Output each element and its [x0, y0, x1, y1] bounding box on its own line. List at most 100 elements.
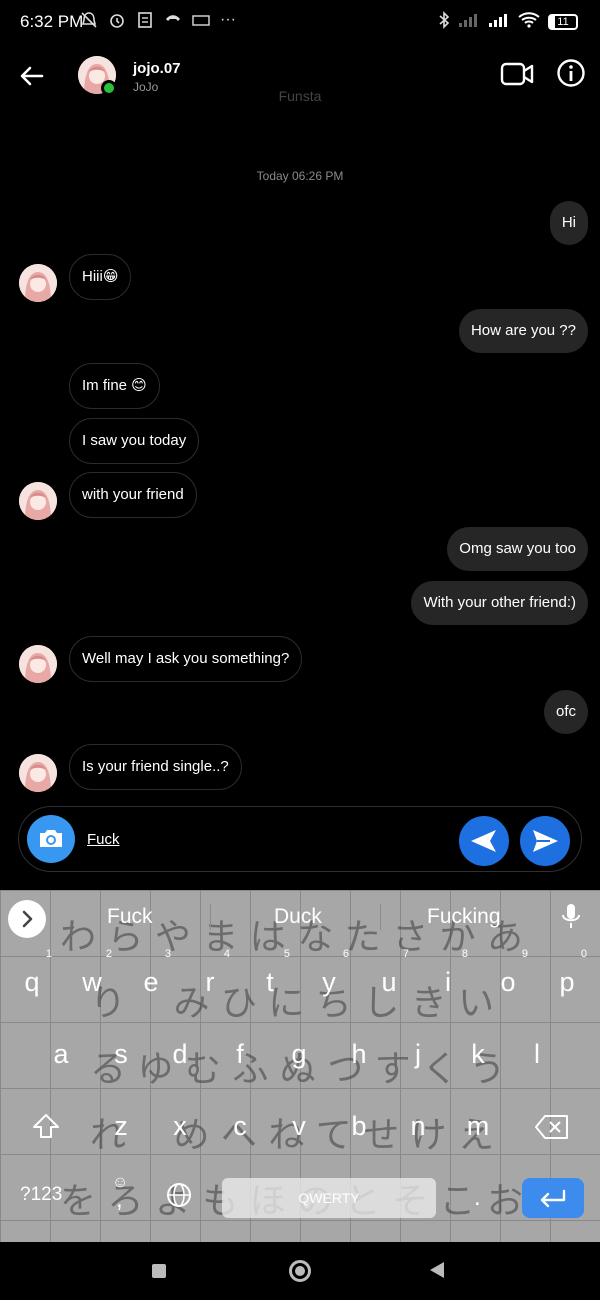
- camera-icon: [40, 830, 62, 847]
- key-q[interactable]: q1: [6, 948, 58, 1012]
- video-camera-icon: [500, 62, 534, 86]
- key-m[interactable]: m: [452, 1100, 504, 1156]
- enter-key[interactable]: [522, 1178, 584, 1218]
- key-p[interactable]: p0: [541, 948, 593, 1012]
- language-key[interactable]: [166, 1182, 192, 1213]
- key-d[interactable]: d: [154, 1028, 206, 1084]
- key-w[interactable]: w2: [66, 948, 118, 1012]
- status-left-icons: ···: [80, 11, 236, 34]
- key-label: e: [143, 967, 159, 997]
- enter-icon: [540, 1189, 566, 1208]
- camera-button[interactable]: [27, 815, 75, 863]
- avatar[interactable]: [19, 754, 57, 792]
- chat-username[interactable]: jojo.07: [133, 60, 181, 77]
- home-circle-icon[interactable]: [289, 1260, 311, 1282]
- space-key[interactable]: QWERTY: [222, 1178, 436, 1218]
- suggestion-item[interactable]: Fuck: [107, 905, 153, 929]
- avatar[interactable]: [19, 264, 57, 302]
- suggestion-divider: [210, 904, 211, 930]
- paper-plane-icon: [533, 830, 558, 852]
- suggestion-divider: [380, 904, 381, 930]
- message-bubble-outgoing[interactable]: With your other friend:): [411, 581, 588, 625]
- key-j[interactable]: j: [392, 1028, 444, 1084]
- key-hint: 4: [223, 948, 230, 960]
- system-nav-bar: [0, 1242, 600, 1300]
- chat-header: jojo.07 JoJo Funsta: [0, 44, 600, 114]
- key-hint: 9: [521, 948, 528, 960]
- alarm-icon: [108, 11, 126, 34]
- avatar[interactable]: [19, 645, 57, 683]
- send-button[interactable]: [520, 816, 570, 866]
- key-y[interactable]: y6: [303, 948, 355, 1012]
- message-bubble-incoming[interactable]: with your friend: [69, 472, 197, 518]
- suggestions-expand-button[interactable]: [8, 900, 46, 938]
- bluetooth-icon: [438, 11, 450, 33]
- chevron-right-icon: [22, 910, 33, 928]
- key-label: r: [205, 967, 215, 997]
- key-k[interactable]: k: [452, 1028, 504, 1084]
- quick-send-button[interactable]: [459, 816, 509, 866]
- microphone-icon[interactable]: [560, 902, 582, 932]
- message-bubble-outgoing[interactable]: How are you ??: [458, 309, 588, 353]
- message-bubble-incoming[interactable]: Hiii😁: [69, 254, 132, 300]
- key-i[interactable]: i8: [422, 948, 474, 1012]
- video-call-button[interactable]: [500, 60, 534, 88]
- key-r[interactable]: r4: [184, 948, 236, 1012]
- key-label: t: [266, 967, 274, 997]
- avatar[interactable]: [19, 482, 57, 520]
- message-bubble-incoming[interactable]: Is your friend single..?: [69, 744, 242, 790]
- keyboard-icon: [192, 11, 210, 34]
- message-bubble-outgoing[interactable]: Hi: [549, 201, 588, 245]
- info-icon: [557, 59, 585, 87]
- key-hint: 1: [45, 948, 52, 960]
- key-c[interactable]: c: [214, 1100, 266, 1156]
- suggestion-item[interactable]: Fucking: [427, 905, 501, 929]
- key-x[interactable]: x: [154, 1100, 206, 1156]
- key-hint: 0: [580, 948, 587, 960]
- call-icon: [164, 11, 182, 34]
- back-triangle-icon[interactable]: [430, 1262, 444, 1278]
- key-h[interactable]: h: [333, 1028, 385, 1084]
- key-label: y: [322, 967, 336, 997]
- message-bubble-incoming[interactable]: Well may I ask you something?: [69, 636, 303, 682]
- symbols-key[interactable]: ?123: [20, 1184, 62, 1206]
- message-bubble-incoming[interactable]: I saw you today: [69, 418, 200, 464]
- wifi-icon: [518, 12, 540, 32]
- key-v[interactable]: v: [273, 1100, 325, 1156]
- key-hint: 3: [164, 948, 171, 960]
- key-z[interactable]: z: [95, 1100, 147, 1156]
- message-bubble-incoming[interactable]: Im fine 😊: [69, 363, 160, 409]
- message-bubble-outgoing[interactable]: ofc: [543, 690, 588, 734]
- battery-icon: 11: [548, 14, 578, 30]
- key-n[interactable]: n: [392, 1100, 444, 1156]
- status-bar: 6:32 PM ··· 11: [0, 0, 600, 44]
- status-time: 6:32 PM: [20, 12, 84, 31]
- shift-key[interactable]: [20, 1100, 72, 1156]
- recents-square-icon[interactable]: [152, 1264, 166, 1278]
- key-l[interactable]: l: [511, 1028, 563, 1084]
- key-hint: 5: [283, 948, 290, 960]
- info-button[interactable]: [556, 58, 586, 88]
- key-hint: 8: [461, 948, 468, 960]
- key-s[interactable]: s: [95, 1028, 147, 1084]
- backspace-key[interactable]: [526, 1100, 578, 1156]
- key-b[interactable]: b: [333, 1100, 385, 1156]
- suggestion-item[interactable]: Duck: [274, 905, 322, 929]
- chat-subtitle: Funsta: [278, 88, 322, 104]
- key-e[interactable]: e3: [125, 948, 177, 1012]
- key-t[interactable]: t5: [244, 948, 296, 1012]
- key-u[interactable]: u7: [363, 948, 415, 1012]
- key-a[interactable]: a: [35, 1028, 87, 1084]
- key-f[interactable]: f: [214, 1028, 266, 1084]
- message-timestamp: Today 06:26 PM: [256, 169, 344, 183]
- globe-icon: [167, 1183, 191, 1207]
- status-right-icons: 11: [438, 11, 578, 33]
- key-comma[interactable]: ,: [116, 1186, 123, 1214]
- message-input[interactable]: Fuck: [87, 831, 120, 848]
- key-period[interactable]: .: [474, 1184, 481, 1212]
- signal-icon: [488, 12, 510, 32]
- message-bubble-outgoing[interactable]: Omg saw you too: [447, 527, 588, 571]
- key-o[interactable]: o9: [482, 948, 534, 1012]
- suggestion-strip: Fuck Duck Fucking: [0, 890, 600, 942]
- key-g[interactable]: g: [273, 1028, 325, 1084]
